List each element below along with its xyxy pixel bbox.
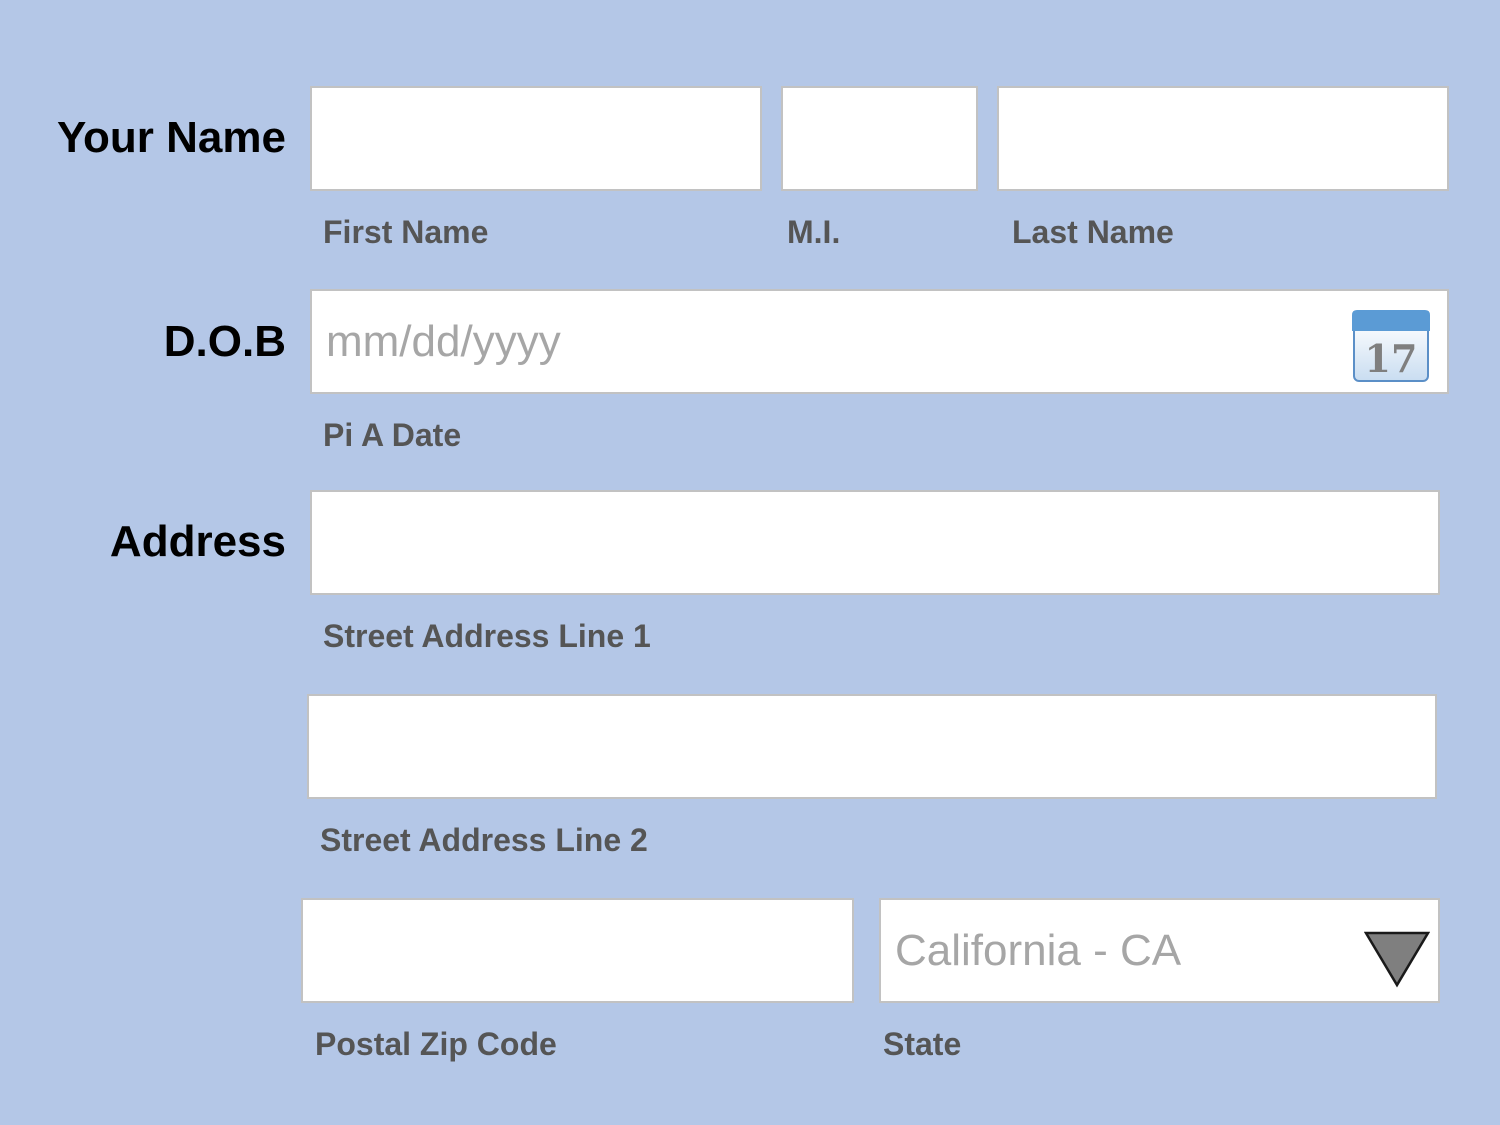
dob-field[interactable]: 17 [310,289,1449,394]
state-caption: State [883,1026,962,1062]
middle-initial-input[interactable] [783,88,976,189]
your-name-label: Your Name [56,113,286,162]
street-address-line2-input[interactable] [309,696,1435,797]
dob-input[interactable] [312,291,1447,392]
middle-initial-caption: M.I. [787,214,841,250]
triangle-down-icon[interactable] [1364,930,1430,988]
street-address-line1-caption: Street Address Line 1 [323,618,651,654]
first-name-caption: First Name [323,214,489,250]
postal-zip-code-field[interactable] [301,898,854,1003]
last-name-field[interactable] [997,86,1449,191]
postal-zip-code-caption: Postal Zip Code [315,1026,557,1062]
calendar-day-text: 17 [1365,336,1418,381]
calendar-icon[interactable]: 17 [1351,309,1431,383]
last-name-caption: Last Name [1012,214,1174,250]
postal-zip-code-input[interactable] [303,900,852,1001]
dob-caption: Pi A Date [323,417,462,453]
street-address-line1-input[interactable] [312,492,1438,593]
first-name-input[interactable] [312,88,760,189]
dob-label: D.O.B [163,317,286,366]
state-select[interactable]: California - CA [879,898,1440,1003]
state-selected-value: California - CA [895,925,1182,975]
last-name-input[interactable] [999,88,1447,189]
address-label: Address [109,517,286,566]
street-address-line2-caption: Street Address Line 2 [320,822,648,858]
middle-initial-field[interactable] [781,86,978,191]
first-name-field[interactable] [310,86,762,191]
street-address-line2-field[interactable] [307,694,1437,799]
street-address-line1-field[interactable] [310,490,1440,595]
